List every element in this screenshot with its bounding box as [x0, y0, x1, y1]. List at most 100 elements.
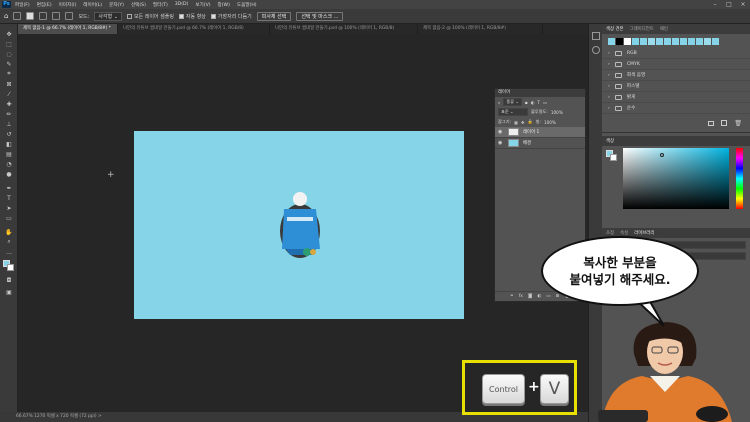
type-tool-icon[interactable]: T	[4, 194, 14, 202]
tab-doc-1[interactable]: 제목 없음-1 @ 66.7% (레이어 1, RGB/8#) *	[18, 24, 118, 34]
tab-swatches[interactable]: 색상 견본	[606, 26, 624, 32]
menu-3d[interactable]: 3D(D)	[175, 2, 189, 7]
auto-enhance-checkbox[interactable]	[178, 13, 184, 19]
eyedropper-tool-icon[interactable]: ⁄	[4, 90, 14, 98]
hue-slider[interactable]	[736, 148, 743, 209]
sample-all-option[interactable]: 모든 레이어 샘플링	[126, 13, 174, 20]
tab-gradients[interactable]: 그레이디언트	[630, 26, 654, 32]
eye-icon[interactable]: ◉	[498, 140, 504, 146]
edge-detect-checkbox[interactable]	[210, 13, 216, 19]
mode-select[interactable]: 사각형 ⌄	[94, 11, 122, 21]
fx-icon[interactable]: fx	[519, 294, 523, 299]
swatch[interactable]	[712, 38, 719, 45]
tab-libraries[interactable]: 라이브러리	[634, 230, 654, 236]
group-icon[interactable]: ▭	[546, 294, 550, 299]
menu-file[interactable]: 파일(F)	[15, 2, 30, 8]
swatch[interactable]	[616, 38, 623, 45]
swatch[interactable]	[672, 38, 679, 45]
swatch[interactable]	[624, 38, 631, 45]
tab-adjustments[interactable]: 조정	[606, 230, 614, 236]
auto-enhance-option[interactable]: 자동 향상	[178, 13, 206, 20]
path-select-icon[interactable]: ➤	[4, 204, 14, 212]
trash-icon[interactable]: 🗑	[734, 120, 742, 127]
select-subject-button[interactable]: 피사체 선택	[256, 11, 292, 21]
marquee-tool-icon[interactable]: ⬚	[4, 40, 14, 48]
tab-patterns[interactable]: 패턴	[660, 26, 668, 32]
close-icon[interactable]: ×	[736, 1, 750, 8]
filter-pixel-icon[interactable]: ▪	[525, 100, 528, 105]
layer-row-layer-1[interactable]: ◉ 레이어 1	[495, 127, 585, 138]
home-icon[interactable]: ⌂	[4, 12, 8, 20]
menu-window[interactable]: 창(W)	[218, 2, 230, 8]
swatch[interactable]	[640, 38, 647, 45]
brush-settings-icon[interactable]	[592, 46, 600, 54]
history-icon[interactable]	[592, 32, 600, 40]
history-brush-icon[interactable]: ↺	[4, 130, 14, 138]
eraser-tool-icon[interactable]: ◧	[4, 140, 14, 148]
screen-mode-icon[interactable]: ▣	[4, 288, 14, 296]
filter-shape-icon[interactable]: ▭	[543, 100, 547, 105]
adjustment-layer-icon[interactable]: ◐	[537, 294, 541, 299]
sample-all-checkbox[interactable]	[126, 13, 132, 19]
minimize-icon[interactable]: –	[708, 1, 722, 8]
healing-brush-icon[interactable]: ✚	[4, 100, 14, 108]
tab-color[interactable]: 색상	[606, 138, 614, 144]
menu-layer[interactable]: 레이어(L)	[83, 2, 102, 8]
swatch[interactable]	[688, 38, 695, 45]
menu-type[interactable]: 문자(Y)	[109, 2, 124, 8]
blur-tool-icon[interactable]: ◔	[4, 160, 14, 168]
blend-mode-select[interactable]: 표준 ⌄	[498, 108, 528, 116]
eye-icon[interactable]: ◉	[498, 129, 504, 135]
swatch[interactable]	[680, 38, 687, 45]
menu-select[interactable]: 선택(S)	[131, 2, 146, 8]
swatch-folder-light[interactable]: › 밝게	[602, 92, 750, 103]
edge-detect-option[interactable]: 가장자리 다듬기	[210, 13, 252, 20]
frame-tool-icon[interactable]: ⊠	[4, 80, 14, 88]
brush-tool-icon[interactable]: ✏	[4, 110, 14, 118]
swatch[interactable]	[648, 38, 655, 45]
dodge-tool-icon[interactable]: ●	[4, 170, 14, 178]
link-icon[interactable]: ⚭	[510, 294, 514, 299]
add-selection-icon[interactable]	[39, 12, 48, 20]
more-tools-icon[interactable]: …	[4, 248, 14, 256]
color-panel-bg-swatch[interactable]	[610, 154, 617, 161]
clone-stamp-icon[interactable]: ⊥	[4, 120, 14, 128]
shape-tool-icon[interactable]: ▭	[4, 214, 14, 222]
color-picker-handle[interactable]	[660, 153, 664, 157]
menu-view[interactable]: 보기(V)	[195, 2, 210, 8]
tab-doc-4[interactable]: 제목 없음-2 @ 100% (레이어 1, RGB/8#)	[418, 24, 543, 34]
move-tool-icon[interactable]: ✥	[4, 30, 14, 38]
lock-all-icon[interactable]: 🔒	[527, 119, 532, 125]
lock-position-icon[interactable]: ✥	[521, 120, 525, 125]
quick-mask-icon[interactable]: ◘	[4, 276, 14, 284]
lock-pixels-icon[interactable]: ▦	[514, 120, 518, 125]
menu-filter[interactable]: 필터(T)	[153, 2, 168, 8]
quick-select-tool-icon[interactable]: ✎	[4, 60, 14, 68]
new-swatch-icon[interactable]	[721, 120, 728, 126]
menu-help[interactable]: 도움말(H)	[237, 2, 257, 8]
menu-image[interactable]: 이미지(I)	[59, 2, 77, 8]
swatch[interactable]	[664, 38, 671, 45]
crop-tool-icon[interactable]: ⌗	[4, 70, 14, 78]
new-layer-icon[interactable]: ⊞	[556, 294, 560, 299]
swatch-folder-pastel[interactable]: › 파스텔	[602, 81, 750, 92]
swatch-folder-gray[interactable]: › 회색 음영	[602, 70, 750, 81]
background-color-swatch[interactable]	[7, 264, 14, 271]
swatch[interactable]	[608, 38, 615, 45]
filter-adjust-icon[interactable]: ◐	[531, 100, 535, 105]
new-selection-icon[interactable]	[26, 12, 35, 20]
hand-tool-icon[interactable]: ✋	[4, 228, 14, 236]
document-canvas[interactable]	[134, 131, 464, 319]
intersect-selection-icon[interactable]	[65, 12, 74, 20]
swatch-folder-rgb[interactable]: › RGB	[602, 48, 750, 59]
new-folder-icon[interactable]	[708, 120, 715, 126]
mask-icon[interactable]: ◙	[528, 294, 532, 299]
tab-doc-3[interactable]: 나만의 유튜브 썸네일 만들기.psd @ 100% (레이어 1, RGB/8…	[270, 24, 418, 34]
tool-preset-icon[interactable]	[13, 12, 22, 20]
opacity-input[interactable]: 100%	[551, 110, 563, 115]
saturation-brightness-field[interactable]	[623, 148, 729, 209]
gradient-tool-icon[interactable]: ▤	[4, 150, 14, 158]
tab-doc-2[interactable]: 나만의 유튜브 썸네일 만들기.psd @ 66.7% (레이어 1, RGB/…	[118, 24, 270, 34]
swatch[interactable]	[696, 38, 703, 45]
lasso-tool-icon[interactable]: ◌	[4, 50, 14, 58]
